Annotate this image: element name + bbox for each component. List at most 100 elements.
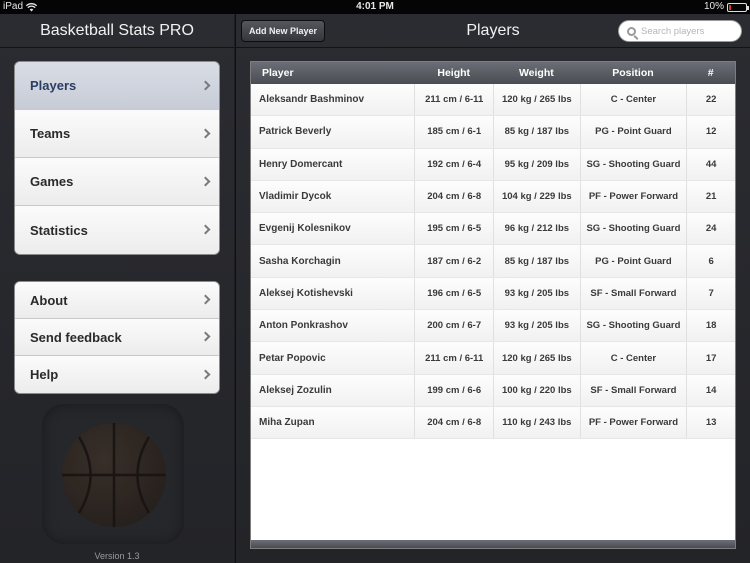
weight-cell: 120 kg / 265 lbs xyxy=(493,342,580,374)
position-cell: SG - Shooting Guard xyxy=(579,310,687,342)
number-cell: 7 xyxy=(686,277,735,310)
player-name-cell: Miha Zupan xyxy=(259,417,315,429)
weight-cell: 93 kg / 205 lbs xyxy=(493,277,580,310)
chevron-right-icon xyxy=(200,331,211,342)
menu-item-about[interactable]: About xyxy=(15,282,219,319)
menu-item-label: About xyxy=(30,292,68,308)
table-row[interactable]: Miha Zupan 204 cm / 6-8 110 kg / 243 lbs PF… xyxy=(251,406,735,440)
app-logo xyxy=(42,404,184,544)
battery-area: 10% xyxy=(703,0,749,14)
player-name-cell: Aleksej Zozulin xyxy=(259,384,332,396)
height-cell: 199 cm / 6-6 xyxy=(414,374,493,406)
chevron-right-icon xyxy=(200,294,211,305)
status-bar: iPad 4:01 PM 10% xyxy=(0,0,750,14)
weight-cell: 104 kg / 229 lbs xyxy=(493,180,580,213)
position-cell: C - Center xyxy=(579,84,687,116)
weight-cell: 85 kg / 187 lbs xyxy=(493,116,580,148)
position-cell: PG - Point Guard xyxy=(579,245,687,277)
position-cell: C - Center xyxy=(579,342,687,374)
players-table: Player Height Weight Position # Aleksand… xyxy=(250,61,736,549)
search-input[interactable] xyxy=(641,25,733,37)
table-row[interactable]: Evgenij Kolesnikov 195 cm / 6-5 96 kg / 21… xyxy=(251,213,735,246)
height-cell: 204 cm / 6-8 xyxy=(414,406,493,439)
menu-item-help[interactable]: Help xyxy=(15,356,219,393)
menu-item-label: Send feedback xyxy=(30,329,122,345)
position-cell: PG - Point Guard xyxy=(579,116,687,148)
table-row[interactable]: Vladimir Dycok 204 cm / 6-8 104 kg / 229 l… xyxy=(251,180,735,214)
weight-cell: 95 kg / 209 lbs xyxy=(493,148,580,180)
number-cell: 18 xyxy=(686,310,735,342)
height-cell: 195 cm / 6-5 xyxy=(414,213,493,245)
player-name-cell: Anton Ponkrashov xyxy=(259,320,348,332)
menu-item-label: Teams xyxy=(30,126,71,141)
table-row[interactable]: Aleksej Zozulin 199 cm / 6-6 100 kg / 220 … xyxy=(251,374,735,407)
chevron-right-icon xyxy=(200,224,211,235)
weight-cell: 110 kg / 243 lbs xyxy=(493,406,580,439)
number-cell: 24 xyxy=(686,213,735,245)
player-name-cell: Aleksej Kotishevski xyxy=(259,287,353,299)
number-cell: 22 xyxy=(686,84,735,116)
column-header-position[interactable]: Position xyxy=(580,62,687,84)
menu-item-label: Help xyxy=(30,367,59,382)
table-row[interactable]: Anton Ponkrashov 200 cm / 6-7 93 kg / 205 … xyxy=(251,310,735,343)
menu-item-games[interactable]: Games xyxy=(15,158,219,206)
weight-cell: 93 kg / 205 lbs xyxy=(493,310,580,342)
position-cell: SG - Shooting Guard xyxy=(579,148,687,180)
table-row[interactable]: Aleksej Kotishevski 196 cm / 6-5 93 kg / 2… xyxy=(251,277,735,311)
height-cell: 185 cm / 6-1 xyxy=(414,116,493,148)
battery-icon xyxy=(727,2,749,12)
column-header-number[interactable]: # xyxy=(686,62,735,84)
weight-cell: 120 kg / 265 lbs xyxy=(493,84,580,116)
column-header-height[interactable]: Height xyxy=(414,62,493,84)
table-row[interactable]: Aleksandr Bashminov 211 cm / 6-11 120 kg /… xyxy=(251,84,735,117)
player-name-cell: Sasha Korchagin xyxy=(259,255,341,267)
table-row[interactable]: Petar Popovic 211 cm / 6-11 120 kg / 265 l… xyxy=(251,342,735,375)
position-cell: PF - Power Forward xyxy=(579,406,687,439)
height-cell: 211 cm / 6-11 xyxy=(414,342,493,374)
secondary-menu: About Send feedback Help xyxy=(14,281,220,394)
main-content: Add New Player Players Player Height Wei… xyxy=(235,14,750,563)
version-label: Version 1.3 xyxy=(94,551,140,561)
main-menu: Players Teams Games Statistics xyxy=(14,61,220,255)
chevron-right-icon xyxy=(200,128,211,138)
chevron-right-icon xyxy=(200,80,211,90)
height-cell: 200 cm / 6-7 xyxy=(414,310,493,342)
weight-cell: 96 kg / 212 lbs xyxy=(493,213,580,245)
chevron-right-icon xyxy=(200,176,211,186)
clock: 4:01 PM xyxy=(356,1,394,12)
player-name-cell: Petar Popovic xyxy=(259,352,326,364)
player-name-cell: Patrick Beverly xyxy=(259,126,332,138)
menu-item-teams[interactable]: Teams xyxy=(15,110,219,158)
position-cell: SG - Shooting Guard xyxy=(579,213,687,245)
height-cell: 192 cm / 6-4 xyxy=(414,148,493,180)
menu-item-players[interactable]: Players xyxy=(15,62,219,110)
player-name-cell: Vladimir Dycok xyxy=(259,191,332,203)
navigation-bar: Add New Player Players xyxy=(236,14,750,48)
height-cell: 196 cm / 6-5 xyxy=(414,277,493,310)
position-cell: PF - Power Forward xyxy=(579,180,687,213)
table-footer xyxy=(251,540,735,548)
search-field[interactable] xyxy=(618,20,742,42)
battery-percent: 10% xyxy=(703,1,724,12)
number-cell: 44 xyxy=(686,148,735,180)
column-header-weight[interactable]: Weight xyxy=(493,62,580,84)
number-cell: 13 xyxy=(686,406,735,439)
table-row[interactable]: Sasha Korchagin 187 cm / 6-2 85 kg / 187 l… xyxy=(251,245,735,278)
height-cell: 187 cm / 6-2 xyxy=(414,245,493,277)
table-row[interactable]: Patrick Beverly 185 cm / 6-1 85 kg / 187 l… xyxy=(251,116,735,149)
menu-item-label: Statistics xyxy=(30,222,88,238)
number-cell: 14 xyxy=(686,374,735,406)
position-cell: SF - Small Forward xyxy=(579,374,687,406)
menu-item-label: Games xyxy=(30,174,74,189)
player-name-cell: Aleksandr Bashminov xyxy=(259,94,365,106)
search-icon xyxy=(627,26,636,36)
column-header-player[interactable]: Player xyxy=(251,62,414,84)
table-row[interactable]: Henry Domercant 192 cm / 6-4 95 kg / 209 l… xyxy=(251,148,735,181)
table-header: Player Height Weight Position # xyxy=(251,62,735,84)
number-cell: 12 xyxy=(686,116,735,148)
height-cell: 211 cm / 6-11 xyxy=(414,84,493,116)
menu-item-send-feedback[interactable]: Send feedback xyxy=(15,319,219,356)
add-new-player-button[interactable]: Add New Player xyxy=(241,20,326,42)
menu-item-statistics[interactable]: Statistics xyxy=(15,206,219,254)
position-cell: SF - Small Forward xyxy=(579,277,687,310)
